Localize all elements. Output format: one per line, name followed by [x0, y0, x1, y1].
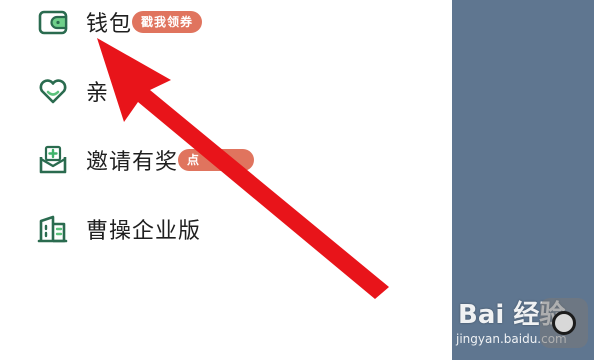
invite-badge: 点: [178, 149, 254, 171]
floating-assistive-button[interactable]: [540, 298, 588, 348]
wallet-icon: [37, 6, 69, 38]
menu-item-invite[interactable]: 邀请有奖 点: [0, 138, 452, 182]
menu-item-family[interactable]: 亲: [0, 69, 452, 113]
menu-item-label: 亲: [86, 81, 110, 106]
enterprise-building-icon: [37, 213, 69, 245]
menu-item-wallet[interactable]: 钱包 戳我领券: [0, 0, 452, 44]
menu-item-enterprise[interactable]: 曹操企业版: [0, 207, 452, 251]
menu-item-label: 钱包: [86, 12, 133, 37]
menu-item-label: 邀请有奖: [86, 150, 179, 175]
drawer-menu: 钱包 戳我领券 亲 邀请有奖 点 曹操企业版: [0, 0, 452, 360]
invite-envelope-icon: [37, 144, 69, 176]
heart-icon: [37, 75, 69, 107]
baidu-jingyan-watermark: Bai 经验 jingyan.baidu.com: [452, 292, 594, 360]
menu-item-label: 曹操企业版: [86, 219, 202, 244]
coupon-badge: 戳我领券: [132, 11, 203, 33]
circle-icon: [552, 311, 576, 335]
